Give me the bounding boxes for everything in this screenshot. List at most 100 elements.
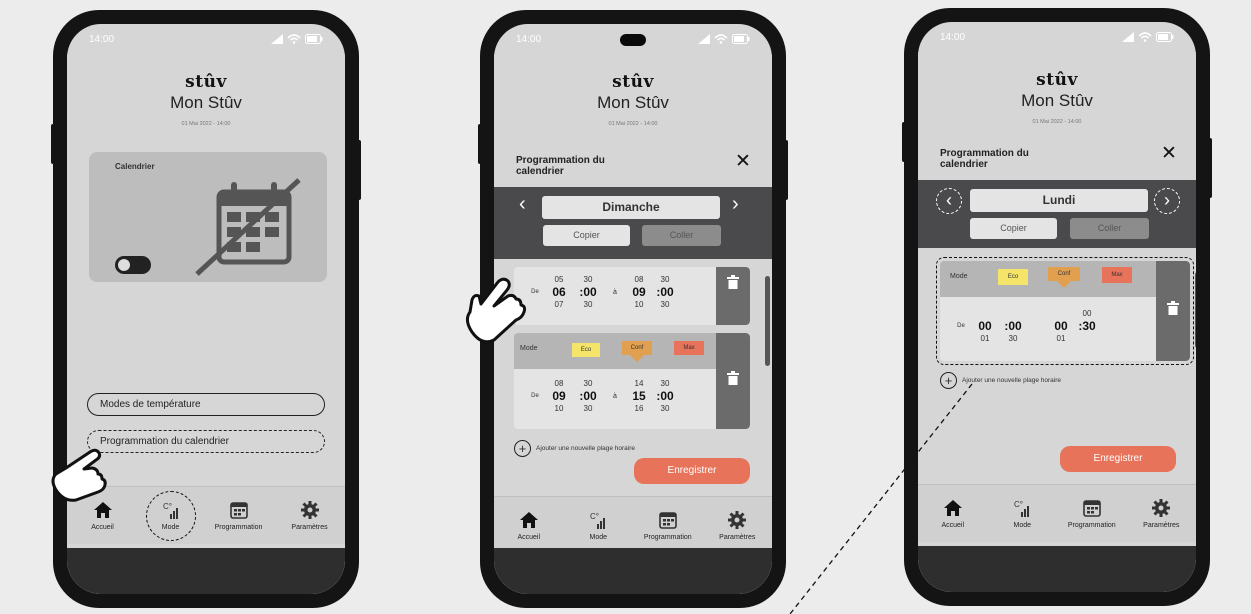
chevron-left-icon[interactable]: ‹ xyxy=(936,188,962,214)
scrollbar[interactable] xyxy=(1195,272,1196,348)
paste-button[interactable]: Coller xyxy=(642,225,721,246)
bottom-bar xyxy=(918,546,1196,592)
delete-slot-button[interactable] xyxy=(1156,261,1190,361)
mode-conf-tag[interactable]: Conf xyxy=(622,341,652,355)
mode-eco-tag[interactable]: Eco xyxy=(998,269,1028,285)
minute-value: 00 xyxy=(660,285,674,299)
time-picker[interactable]: 00 De 00:00 00:30 01 30 01 xyxy=(950,309,1130,343)
nav-parametres[interactable]: Paramètres xyxy=(709,510,765,541)
nav-accueil[interactable]: Accueil xyxy=(501,510,557,541)
minute-selected: :00 xyxy=(1004,319,1022,333)
chevron-right-icon[interactable]: › xyxy=(732,193,739,216)
nav-programmation[interactable]: Programmation xyxy=(211,500,267,531)
minute-prev xyxy=(998,309,1028,318)
minute-next xyxy=(1074,334,1100,343)
mode-max-tag[interactable]: Max xyxy=(1102,267,1132,283)
calendar-card[interactable]: Calendrier xyxy=(89,152,327,282)
calendar-toggle[interactable] xyxy=(115,256,151,274)
minute-value: 00 xyxy=(583,285,597,299)
time-slot: Mode Eco Conf Max 08 30 14 30 De 09:00 à 15:00… xyxy=(514,333,750,429)
time-picker[interactable]: 05 30 08 30 De 06:00 à 09:00 07 30 10 30 xyxy=(524,275,704,309)
trash-icon xyxy=(727,371,739,385)
hour-next: 01 xyxy=(1056,334,1066,343)
copy-button[interactable]: Copier xyxy=(970,218,1057,239)
screen: 14:00 stûv Mon Stûv 01 Mai 2022 - 14:00 … xyxy=(918,22,1196,592)
toggle-knob xyxy=(118,259,130,271)
nav-mode[interactable]: C° Mode xyxy=(145,490,196,541)
delete-slot-button[interactable] xyxy=(716,333,750,429)
front-camera xyxy=(620,34,646,46)
hour-next: 01 xyxy=(980,334,990,343)
bottom-bar xyxy=(494,548,772,594)
minute-selected: :00 xyxy=(579,389,597,403)
nav-programmation[interactable]: Programmation xyxy=(1064,498,1120,529)
mode-max-tag[interactable]: Max xyxy=(674,341,704,355)
calendar-icon xyxy=(658,512,677,529)
mode-eco-tag[interactable]: Eco xyxy=(572,343,600,357)
close-icon[interactable]: ✕ xyxy=(1161,142,1177,165)
hour-next: 10 xyxy=(634,300,644,309)
day-selector-bar: ‹ Dimanche › Copier Coller xyxy=(494,187,772,259)
nav-accueil[interactable]: Accueil xyxy=(925,498,981,529)
signal-icon xyxy=(698,34,710,44)
signal-icon xyxy=(1122,32,1134,42)
copy-button[interactable]: Copier xyxy=(543,225,630,246)
hour-selected: 09 xyxy=(632,285,646,299)
mode-conf-tag[interactable]: Conf xyxy=(1048,267,1080,281)
hour-selected: 15 xyxy=(632,389,646,403)
mode-label: Mode xyxy=(950,273,968,280)
panel-title: Programmation du calendrier xyxy=(516,155,605,177)
page-title: Mon Stûv xyxy=(1021,91,1093,110)
calendar-icon xyxy=(229,502,248,519)
nav-parametres[interactable]: Paramètres xyxy=(282,500,338,531)
minute-value: 00 xyxy=(583,389,597,403)
scrollbar[interactable] xyxy=(765,276,770,366)
page-title: Mon Stûv xyxy=(170,93,242,112)
nav-label: Mode xyxy=(1013,522,1031,529)
time-slot: 05 30 08 30 De 06:00 à 09:00 07 30 10 30 xyxy=(514,267,750,325)
minute-selected: :00 xyxy=(656,285,674,299)
home-icon xyxy=(943,500,962,516)
nav-label: Accueil xyxy=(517,534,541,541)
add-slot-button[interactable]: + Ajouter une nouvelle plage horaire xyxy=(514,440,635,457)
temperature-modes-button[interactable]: Modes de température xyxy=(87,393,325,416)
side-button xyxy=(51,124,55,164)
nav-label: Mode xyxy=(161,524,180,531)
add-slot-label: Ajouter une nouvelle plage horaire xyxy=(962,377,1062,384)
hour-prev: 08 xyxy=(554,379,564,388)
delete-slot-button[interactable] xyxy=(716,267,750,325)
nav-label: Programmation xyxy=(643,534,692,541)
minute-selected: :00 xyxy=(579,285,597,299)
save-button[interactable]: Enregistrer xyxy=(634,458,750,484)
trash-icon xyxy=(727,275,739,289)
page-title: Mon Stûv xyxy=(597,93,669,112)
side-button xyxy=(1208,138,1212,198)
calendar-icon xyxy=(1082,500,1101,517)
chevron-left-icon[interactable]: ‹ xyxy=(519,193,526,216)
save-button[interactable]: Enregistrer xyxy=(1060,446,1176,472)
minute-next: 30 xyxy=(660,300,670,309)
nav-mode[interactable]: C° Mode xyxy=(994,498,1050,529)
nav-programmation[interactable]: Programmation xyxy=(640,510,696,541)
close-icon[interactable]: ✕ xyxy=(735,150,751,173)
minute-prev: 30 xyxy=(660,275,670,284)
side-button xyxy=(902,122,906,162)
nav-mode[interactable]: C° Mode xyxy=(570,510,626,541)
add-slot-button[interactable]: + Ajouter une nouvelle plage horaire xyxy=(940,372,1061,389)
screen: 14:00 stûv Mon Stûv 01 Mai 2022 - 14:00 … xyxy=(67,24,345,594)
paste-button[interactable]: Coller xyxy=(1070,218,1149,239)
signal-icon xyxy=(271,34,283,44)
nav-label: Paramètres xyxy=(1143,522,1180,529)
from-label: De xyxy=(531,393,539,399)
side-button xyxy=(784,140,788,200)
bottom-nav: Accueil C° Mode Programmation Paramètres xyxy=(918,484,1196,542)
status-icons xyxy=(271,34,323,44)
time-picker[interactable]: 08 30 14 30 De 09:00 à 15:00 10 30 16 30 xyxy=(524,379,704,413)
nav-parametres[interactable]: Paramètres xyxy=(1133,498,1189,529)
minute-prev: 30 xyxy=(583,275,593,284)
hour-next: 16 xyxy=(634,404,644,413)
calendar-programming-button[interactable]: Programmation du calendrier xyxy=(87,430,325,453)
status-icons xyxy=(698,34,750,44)
chevron-right-icon[interactable]: › xyxy=(1154,188,1180,214)
day-selector-bar: ‹ Lundi › Copier Coller xyxy=(918,180,1196,248)
